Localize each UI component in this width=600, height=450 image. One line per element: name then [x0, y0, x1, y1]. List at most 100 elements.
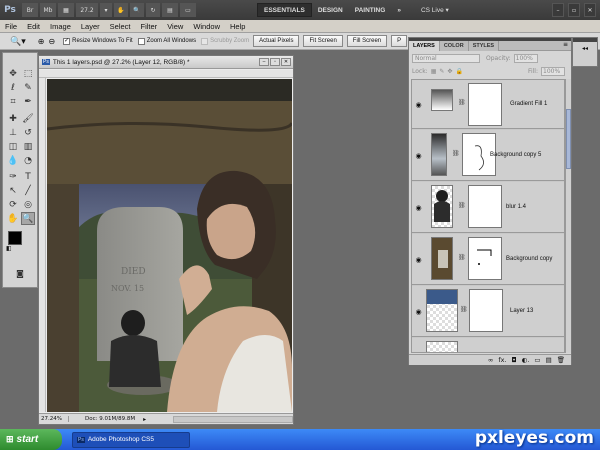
menu-layer[interactable]: Layer — [76, 22, 105, 31]
visibility-eye-icon[interactable]: ◉ — [414, 203, 423, 212]
hand-tool-button[interactable]: ✋ — [114, 3, 128, 17]
lasso-tool-icon[interactable]: ℓ — [6, 81, 20, 94]
menu-file[interactable]: File — [0, 22, 22, 31]
lock-all-icon[interactable]: 🔒 — [455, 68, 462, 75]
zoom-tool-preset-icon[interactable]: 🔍▾ — [10, 36, 26, 47]
opacity-field[interactable]: 100% — [513, 54, 538, 63]
blend-mode-select[interactable]: Normal — [412, 54, 480, 63]
menu-edit[interactable]: Edit — [22, 22, 45, 31]
layer-row-background-copy-5[interactable]: ◉ ⛓ Background copy 5 — [412, 130, 564, 181]
maximize-icon[interactable]: ▫ — [568, 3, 580, 17]
crop-tool-icon[interactable]: ⌗ — [6, 95, 20, 108]
workspace-essentials[interactable]: ESSENTIALS — [257, 3, 312, 17]
line-tool-icon[interactable]: ╱ — [21, 184, 35, 197]
status-menu-icon[interactable]: ▸ — [143, 416, 146, 423]
menu-help[interactable]: Help — [225, 22, 250, 31]
canvas[interactable]: DIED NOV. 15 — [47, 79, 292, 412]
lock-position-icon[interactable]: ✥ — [447, 68, 452, 75]
layers-scrollbar[interactable] — [565, 79, 571, 353]
workspace-more-button[interactable]: » — [391, 3, 407, 17]
zoom-menu-button[interactable]: ▾ — [100, 3, 112, 17]
add-mask-icon[interactable]: ◘ — [512, 356, 517, 364]
zoom-tool-icon[interactable]: 🔍 — [21, 212, 35, 225]
quick-mask-icon[interactable]: ◙ — [13, 267, 27, 280]
zoom-in-icon[interactable]: ⊕ — [38, 37, 45, 46]
menu-view[interactable]: View — [162, 22, 188, 31]
layer-row-layer-13[interactable]: ◉ ⛓ Layer 13 — [412, 286, 564, 337]
blur-tool-icon[interactable]: 💧 — [6, 154, 20, 167]
new-layer-icon[interactable]: ▤ — [546, 356, 552, 364]
visibility-eye-icon[interactable]: ◉ — [414, 100, 423, 109]
adjustment-layer-icon[interactable]: ◐. — [522, 356, 530, 364]
vertical-ruler[interactable] — [39, 78, 46, 412]
healing-brush-tool-icon[interactable]: ✚ — [6, 112, 20, 125]
view-extras-button[interactable]: ▦ — [58, 3, 74, 17]
workspace-design[interactable]: DESIGN — [312, 3, 349, 17]
trash-icon[interactable]: 🗑 — [557, 356, 565, 364]
zoom-status[interactable]: 27.24% — [39, 416, 69, 422]
marquee-tool-icon[interactable]: ⬚ — [21, 67, 35, 80]
menu-select[interactable]: Select — [105, 22, 136, 31]
cs-live-button[interactable]: CS Live ▾ — [415, 3, 455, 17]
arrange-documents-button[interactable]: ▤ — [162, 3, 178, 17]
doc-close-icon[interactable]: ✕ — [281, 58, 291, 66]
3d-orbit-tool-icon[interactable]: ◎ — [21, 198, 35, 211]
fit-screen-button[interactable]: Fit Screen — [303, 35, 343, 47]
minimize-icon[interactable]: – — [552, 3, 564, 17]
layer-row-partial[interactable] — [412, 338, 564, 352]
layer-style-icon[interactable]: fx. — [498, 356, 506, 364]
print-size-button[interactable]: P — [391, 35, 408, 47]
menu-window[interactable]: Window — [188, 22, 225, 31]
doc-minimize-icon[interactable]: – — [259, 58, 269, 66]
dodge-tool-icon[interactable]: ◔ — [21, 154, 35, 167]
quick-select-tool-icon[interactable]: ✎ — [21, 81, 35, 94]
visibility-eye-icon[interactable]: ◉ — [414, 151, 423, 160]
zoom-all-windows-checkbox[interactable]: Zoom All Windows — [137, 37, 196, 45]
pen-tool-icon[interactable]: ✑ — [6, 170, 20, 183]
scrollbar-thumb[interactable] — [566, 109, 571, 169]
bridge-button[interactable]: Br — [22, 3, 38, 17]
actual-pixels-button[interactable]: Actual Pixels — [253, 35, 300, 47]
doc-restore-icon[interactable]: ▫ — [270, 58, 280, 66]
start-button[interactable]: ⊞ start — [0, 429, 62, 450]
eyedropper-tool-icon[interactable]: ✒ — [21, 95, 35, 108]
scrubby-zoom-checkbox[interactable]: Scrubby Zoom — [201, 37, 249, 45]
move-tool-icon[interactable]: ✥ — [6, 67, 20, 80]
clone-stamp-tool-icon[interactable]: ⊥ — [6, 126, 20, 139]
workspace-painting[interactable]: PAINTING — [349, 3, 392, 17]
type-tool-icon[interactable]: T — [21, 170, 35, 183]
resize-windows-checkbox[interactable]: ✓ Resize Windows To Fit — [63, 37, 133, 45]
layer-row-blur[interactable]: ◉ ⛓ blur 1.4 — [412, 182, 564, 233]
document-tab[interactable]: Ps This 1 layers.psd @ 27.2% (Layer 12, … — [39, 56, 293, 69]
minibridge-button[interactable]: Mb — [40, 3, 56, 17]
layer-row-gradient-fill[interactable]: ◉ ⛓ Gradient Fill 1 — [412, 80, 564, 129]
default-colors-icon[interactable]: ◧ — [6, 245, 12, 252]
zoom-level-field[interactable]: 27.2 — [76, 3, 98, 17]
zoom-tool-button[interactable]: 🔍 — [130, 3, 144, 17]
panel-menu-icon[interactable]: ≡ — [563, 41, 571, 50]
history-brush-tool-icon[interactable]: ↺ — [21, 126, 35, 139]
menu-image[interactable]: Image — [45, 22, 76, 31]
tab-styles[interactable]: STYLES — [468, 41, 500, 51]
new-group-icon[interactable]: ▭ — [534, 356, 540, 364]
brush-tool-icon[interactable]: 🖌 — [21, 112, 35, 125]
foreground-color-swatch[interactable] — [8, 231, 22, 245]
eraser-tool-icon[interactable]: ◫ — [6, 140, 20, 153]
fill-screen-button[interactable]: Fill Screen — [346, 35, 388, 47]
expand-panels-icon[interactable]: ◂◂ — [573, 45, 597, 52]
taskbar-item-photoshop[interactable]: Ps Adobe Photoshop CS5 — [72, 431, 190, 448]
visibility-eye-icon[interactable]: ◉ — [414, 255, 423, 264]
lock-image-icon[interactable]: ✎ — [439, 68, 444, 75]
gradient-tool-icon[interactable]: ▥ — [21, 140, 35, 153]
link-layers-icon[interactable]: ∞ — [488, 356, 493, 364]
tab-color[interactable]: COLOR — [439, 41, 469, 51]
menu-filter[interactable]: Filter — [136, 22, 163, 31]
lock-transparent-icon[interactable]: ▦ — [431, 68, 437, 75]
layer-row-background-copy[interactable]: ◉ ⛓ Background copy — [412, 234, 564, 285]
screen-mode-button[interactable]: ▭ — [180, 3, 196, 17]
rotate-view-button[interactable]: ↻ — [146, 3, 160, 17]
tab-layers[interactable]: LAYERS — [409, 41, 440, 51]
path-selection-tool-icon[interactable]: ↖ — [6, 184, 20, 197]
horizontal-scrollbar[interactable] — [173, 415, 293, 423]
visibility-eye-icon[interactable]: ◉ — [414, 307, 423, 316]
